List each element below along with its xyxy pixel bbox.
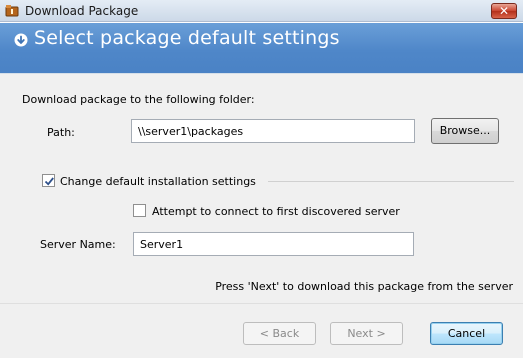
hint-text: Press 'Next' to download this package fr…: [215, 280, 513, 293]
browse-button[interactable]: Browse...: [431, 118, 499, 144]
wizard-title: Select package default settings: [34, 27, 340, 49]
server-name-label: Server Name:: [40, 238, 116, 251]
content-area: [0, 73, 523, 303]
checkmark-icon: [44, 177, 54, 186]
path-label: Path:: [47, 126, 75, 139]
cancel-button[interactable]: Cancel: [430, 322, 503, 345]
path-input[interactable]: [131, 119, 415, 143]
change-defaults-checkbox[interactable]: [42, 174, 55, 187]
circle-arrow-down-icon: [14, 33, 28, 47]
next-button[interactable]: Next >: [330, 322, 403, 345]
window-title: Download Package: [25, 4, 139, 18]
attempt-connect-label[interactable]: Attempt to connect to first discovered s…: [152, 205, 400, 218]
wizard-header: Select package default settings: [0, 23, 523, 73]
title-bar: Download Package ✕: [0, 0, 523, 22]
change-defaults-label[interactable]: Change default installation settings: [60, 175, 256, 188]
group-divider: [268, 181, 514, 182]
attempt-connect-checkbox[interactable]: [133, 204, 146, 217]
back-button[interactable]: < Back: [243, 322, 316, 345]
intro-text: Download package to the following folder…: [22, 93, 255, 106]
close-button[interactable]: ✕: [491, 3, 517, 19]
server-name-input[interactable]: [133, 232, 414, 256]
app-icon: [5, 5, 19, 17]
